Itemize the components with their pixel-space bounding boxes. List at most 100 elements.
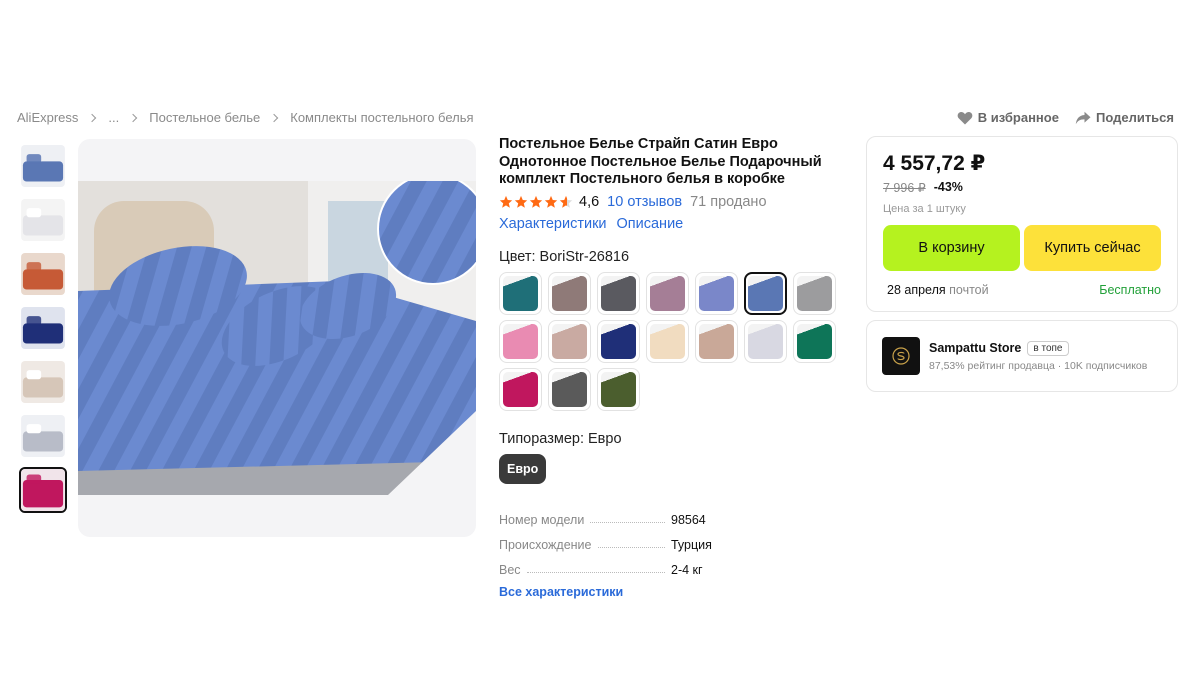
product-main-image[interactable] xyxy=(78,139,476,537)
unit-price-note: Цена за 1 штуку xyxy=(883,203,966,215)
thumbnail-1[interactable] xyxy=(19,143,67,189)
spec-value: 2-4 кг xyxy=(671,562,703,577)
spec-dots xyxy=(590,521,665,523)
spec-row: Номер модели 98564 xyxy=(499,502,729,527)
chevron-right-icon xyxy=(88,113,97,122)
star-icon xyxy=(544,195,558,208)
swatch-preview xyxy=(650,323,685,359)
color-swatch[interactable] xyxy=(695,319,738,363)
breadcrumb-item-ellipsis[interactable]: ... xyxy=(108,110,119,125)
swatch-preview xyxy=(601,275,636,311)
breadcrumb-item-bedding[interactable]: Постельное белье xyxy=(149,110,260,125)
store-name[interactable]: Sampattu Store xyxy=(929,341,1021,355)
description-link[interactable]: Описание xyxy=(617,216,684,232)
swatch-preview xyxy=(503,323,538,359)
swatch-preview xyxy=(552,371,587,407)
size-label: Типоразмер: Евро xyxy=(499,430,622,447)
thumbnail-5[interactable] xyxy=(19,359,67,405)
star-half-icon xyxy=(559,195,573,208)
swatch-preview xyxy=(748,275,783,311)
color-swatch-selected[interactable] xyxy=(744,271,787,315)
product-info: Постельное Белье Страйп Сатин Евро Однот… xyxy=(499,136,839,599)
product-title: Постельное Белье Страйп Сатин Евро Однот… xyxy=(499,136,822,187)
color-swatch[interactable] xyxy=(597,271,640,315)
chevron-right-icon xyxy=(129,113,138,122)
buy-box: 4 557,72 ₽ 7 996 ₽ -43% Цена за 1 штуку … xyxy=(866,136,1178,312)
spec-dots xyxy=(526,571,665,573)
thumbnail-4[interactable] xyxy=(19,305,67,351)
delivery-price: Бесплатно xyxy=(1099,283,1161,297)
spec-value: Турция xyxy=(671,537,712,552)
breadcrumb-item-aliexpress[interactable]: AliExpress xyxy=(17,110,78,125)
color-swatch[interactable] xyxy=(499,271,542,315)
sold-count: 71 продано xyxy=(690,193,767,210)
color-label: Цвет: BoriStr-26816 xyxy=(499,248,630,265)
thumbnail-6[interactable] xyxy=(19,413,67,459)
swatch-preview xyxy=(699,275,734,311)
swatch-preview xyxy=(699,323,734,359)
store-meta: 87,53% рейтинг продавца · 10K подписчико… xyxy=(929,359,1148,372)
discount-badge: -43% xyxy=(933,180,963,194)
breadcrumb: AliExpress ... Постельное белье Комплект… xyxy=(17,110,474,125)
all-specs-link[interactable]: Все характеристики xyxy=(499,585,839,599)
thumbnail-list xyxy=(19,143,69,521)
swatch-preview xyxy=(503,371,538,407)
color-swatch[interactable] xyxy=(597,367,640,411)
color-swatch[interactable] xyxy=(548,319,591,363)
product-links: Характеристики Описание xyxy=(499,216,839,232)
spec-key: Номер модели xyxy=(499,512,585,527)
store-top-badge: в топе xyxy=(1027,340,1069,356)
star-icon xyxy=(499,195,513,208)
thumbnail-3[interactable] xyxy=(19,251,67,297)
heart-icon xyxy=(957,111,973,125)
share-arrow-icon xyxy=(1075,111,1091,125)
swatch-preview xyxy=(552,275,587,311)
color-swatches xyxy=(499,271,839,411)
color-swatch[interactable] xyxy=(646,271,689,315)
thumbnail-2[interactable] xyxy=(19,197,67,243)
favorite-button[interactable]: В избранное xyxy=(957,110,1059,125)
old-price: 7 996 ₽ xyxy=(883,181,926,195)
color-swatch[interactable] xyxy=(499,367,542,411)
size-option-euro[interactable]: Евро xyxy=(499,453,547,484)
rating-row: 4,6 10 отзывов 71 продано xyxy=(499,194,839,210)
spec-key: Происхождение xyxy=(499,537,592,552)
spec-value: 98564 xyxy=(671,512,706,527)
share-label: Поделиться xyxy=(1095,110,1174,125)
star-icon xyxy=(529,195,543,208)
buy-now-button[interactable]: Купить сейчас xyxy=(1024,225,1161,271)
specs-list: Номер модели 98564 Происхождение Турция … xyxy=(499,502,729,577)
swatch-preview xyxy=(650,275,685,311)
store-emblem-icon xyxy=(892,347,910,365)
color-swatch[interactable] xyxy=(793,319,836,363)
color-swatch[interactable] xyxy=(597,319,640,363)
color-swatch[interactable] xyxy=(499,319,542,363)
swatch-preview xyxy=(748,323,783,359)
add-to-cart-button[interactable]: В корзину xyxy=(883,225,1020,271)
thumbnail-7-selected[interactable] xyxy=(19,467,67,513)
characteristics-link[interactable]: Характеристики xyxy=(499,216,607,232)
spec-row: Вес 2-4 кг xyxy=(499,552,729,577)
store-logo xyxy=(882,337,920,375)
share-button[interactable]: Поделиться xyxy=(1075,110,1174,125)
color-swatch[interactable] xyxy=(793,271,836,315)
color-swatch[interactable] xyxy=(744,319,787,363)
purchase-buttons: В корзину Купить сейчас xyxy=(883,225,1161,271)
swatch-preview xyxy=(601,323,636,359)
rating-value: 4,6 xyxy=(579,193,600,210)
color-swatch[interactable] xyxy=(646,319,689,363)
favorite-label: В избранное xyxy=(977,110,1059,125)
swatch-preview xyxy=(503,275,538,311)
color-swatch[interactable] xyxy=(548,367,591,411)
rating-stars xyxy=(499,195,573,209)
reviews-link[interactable]: 10 отзывов xyxy=(607,194,682,210)
store-card[interactable]: Sampattu Store в топе 87,53% рейтинг про… xyxy=(866,320,1178,392)
color-swatch[interactable] xyxy=(548,271,591,315)
spec-dots xyxy=(597,546,665,548)
current-price: 4 557,72 ₽ xyxy=(883,152,986,175)
swatch-preview xyxy=(797,275,832,311)
top-actions: В избранное Поделиться xyxy=(941,110,1174,125)
breadcrumb-item-bedding-sets[interactable]: Комплекты постельного белья xyxy=(290,110,473,125)
color-swatch[interactable] xyxy=(695,271,738,315)
spec-key: Вес xyxy=(499,562,521,577)
